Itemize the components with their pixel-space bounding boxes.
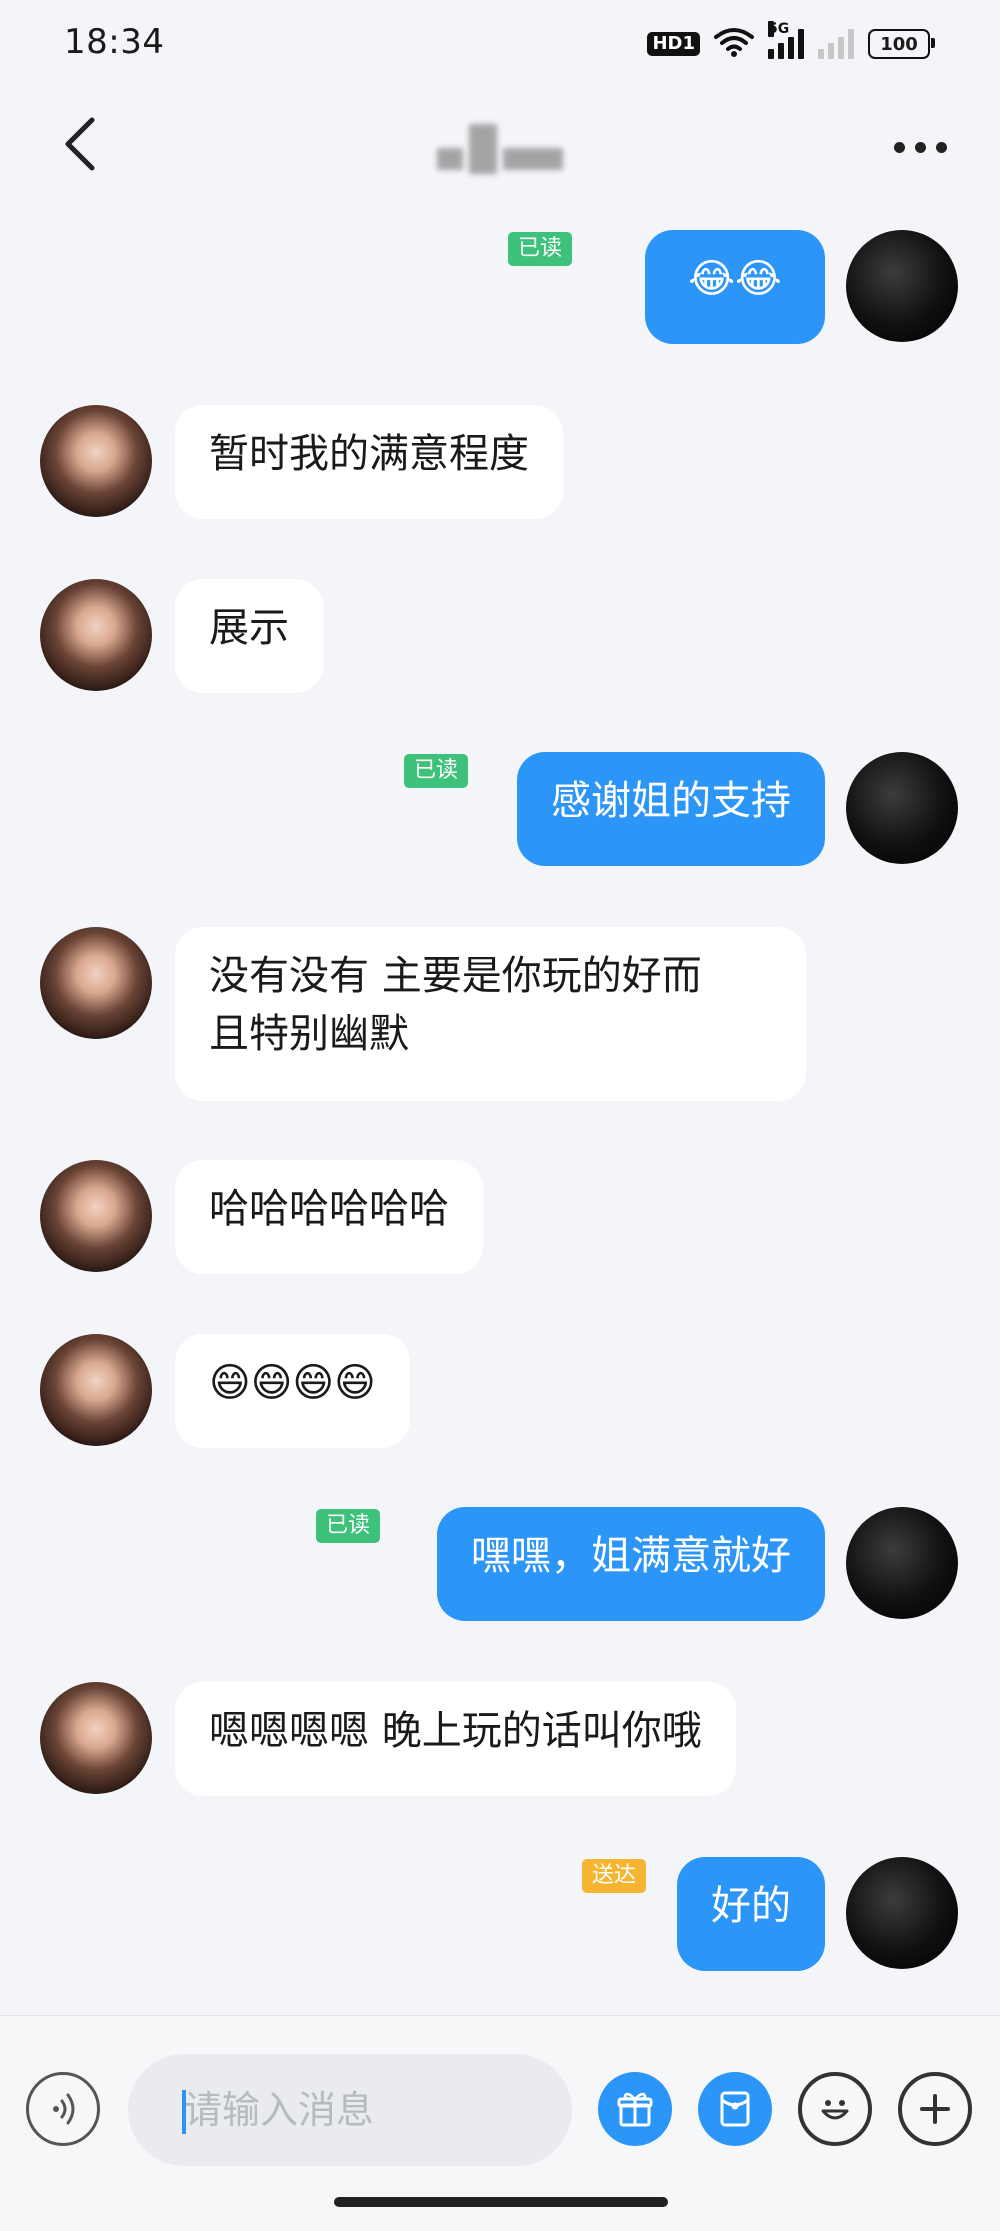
gift-icon[interactable]: [598, 2072, 672, 2146]
read-status-badge: 已读: [507, 232, 572, 266]
read-status-badge: 已读: [315, 1509, 380, 1543]
message-row-incoming: 哈哈哈哈哈哈: [0, 1158, 1000, 1278]
my-avatar[interactable]: [846, 1507, 958, 1619]
incoming-bubble[interactable]: 😄😄😄😄: [175, 1334, 410, 1448]
incoming-bubble[interactable]: 展示: [175, 579, 323, 693]
my-avatar[interactable]: [846, 1857, 958, 1969]
home-indicator[interactable]: [334, 2197, 668, 2207]
outgoing-bubble[interactable]: 😂😂: [645, 230, 825, 344]
battery-icon: 100: [868, 29, 935, 59]
more-horizontal-icon[interactable]: [880, 112, 960, 182]
contact-avatar[interactable]: [40, 1334, 152, 1446]
status-bar: 18:34 HD1 5G 100: [0, 0, 1000, 92]
text-caret: [182, 2090, 186, 2134]
my-avatar[interactable]: [846, 752, 958, 864]
message-row-incoming: 暂时我的满意程度: [0, 403, 1000, 523]
signal-secondary-icon: [818, 29, 854, 59]
status-icons: HD1 5G 100: [647, 21, 935, 64]
incoming-bubble[interactable]: 哈哈哈哈哈哈: [175, 1160, 483, 1274]
contact-avatar[interactable]: [40, 405, 152, 517]
message-row-incoming: 展示: [0, 577, 1000, 697]
battery-level: 100: [880, 33, 918, 55]
network-label: 5G: [768, 21, 790, 37]
plus-icon[interactable]: [898, 2072, 972, 2146]
nav-bar: [0, 92, 1000, 222]
message-row-incoming: 😄😄😄😄: [0, 1332, 1000, 1452]
message-row-incoming: 没有没有 主要是你玩的好而 且特别幽默: [0, 925, 1000, 1105]
wifi-icon: [714, 26, 754, 62]
incoming-bubble[interactable]: 没有没有 主要是你玩的好而 且特别幽默: [175, 927, 806, 1101]
message-row-outgoing: 已读 😂😂: [0, 228, 1000, 348]
message-row-outgoing: 已读 嘿嘿，姐满意就好: [0, 1505, 1000, 1625]
voice-icon[interactable]: [26, 2072, 100, 2146]
message-row-outgoing: 送达 好的: [0, 1855, 1000, 1975]
delivered-status-badge: 送达: [581, 1859, 646, 1893]
signal-5g-icon: 5G: [768, 21, 804, 59]
chevron-left-icon[interactable]: [50, 104, 110, 184]
outgoing-bubble[interactable]: 感谢姐的支持: [517, 752, 825, 866]
message-row-outgoing: 已读 感谢姐的支持: [0, 750, 1000, 870]
hd-badge: HD1: [647, 32, 700, 56]
contact-avatar[interactable]: [40, 1682, 152, 1794]
incoming-bubble[interactable]: 嗯嗯嗯嗯 晚上玩的话叫你哦: [175, 1682, 736, 1796]
message-input[interactable]: [128, 2054, 572, 2166]
contact-avatar[interactable]: [40, 1160, 152, 1272]
outgoing-bubble[interactable]: 嘿嘿，姐满意就好: [437, 1507, 825, 1621]
contact-name-redacted: [420, 114, 580, 184]
read-status-badge: 已读: [403, 754, 468, 788]
emoji-icon[interactable]: [798, 2072, 872, 2146]
red-packet-icon[interactable]: [698, 2072, 772, 2146]
outgoing-bubble[interactable]: 好的: [677, 1857, 825, 1971]
status-time: 18:34: [64, 22, 165, 62]
message-row-incoming: 嗯嗯嗯嗯 晚上玩的话叫你哦: [0, 1680, 1000, 1800]
contact-avatar[interactable]: [40, 579, 152, 691]
contact-avatar[interactable]: [40, 927, 152, 1039]
incoming-bubble[interactable]: 暂时我的满意程度: [175, 405, 563, 519]
my-avatar[interactable]: [846, 230, 958, 342]
